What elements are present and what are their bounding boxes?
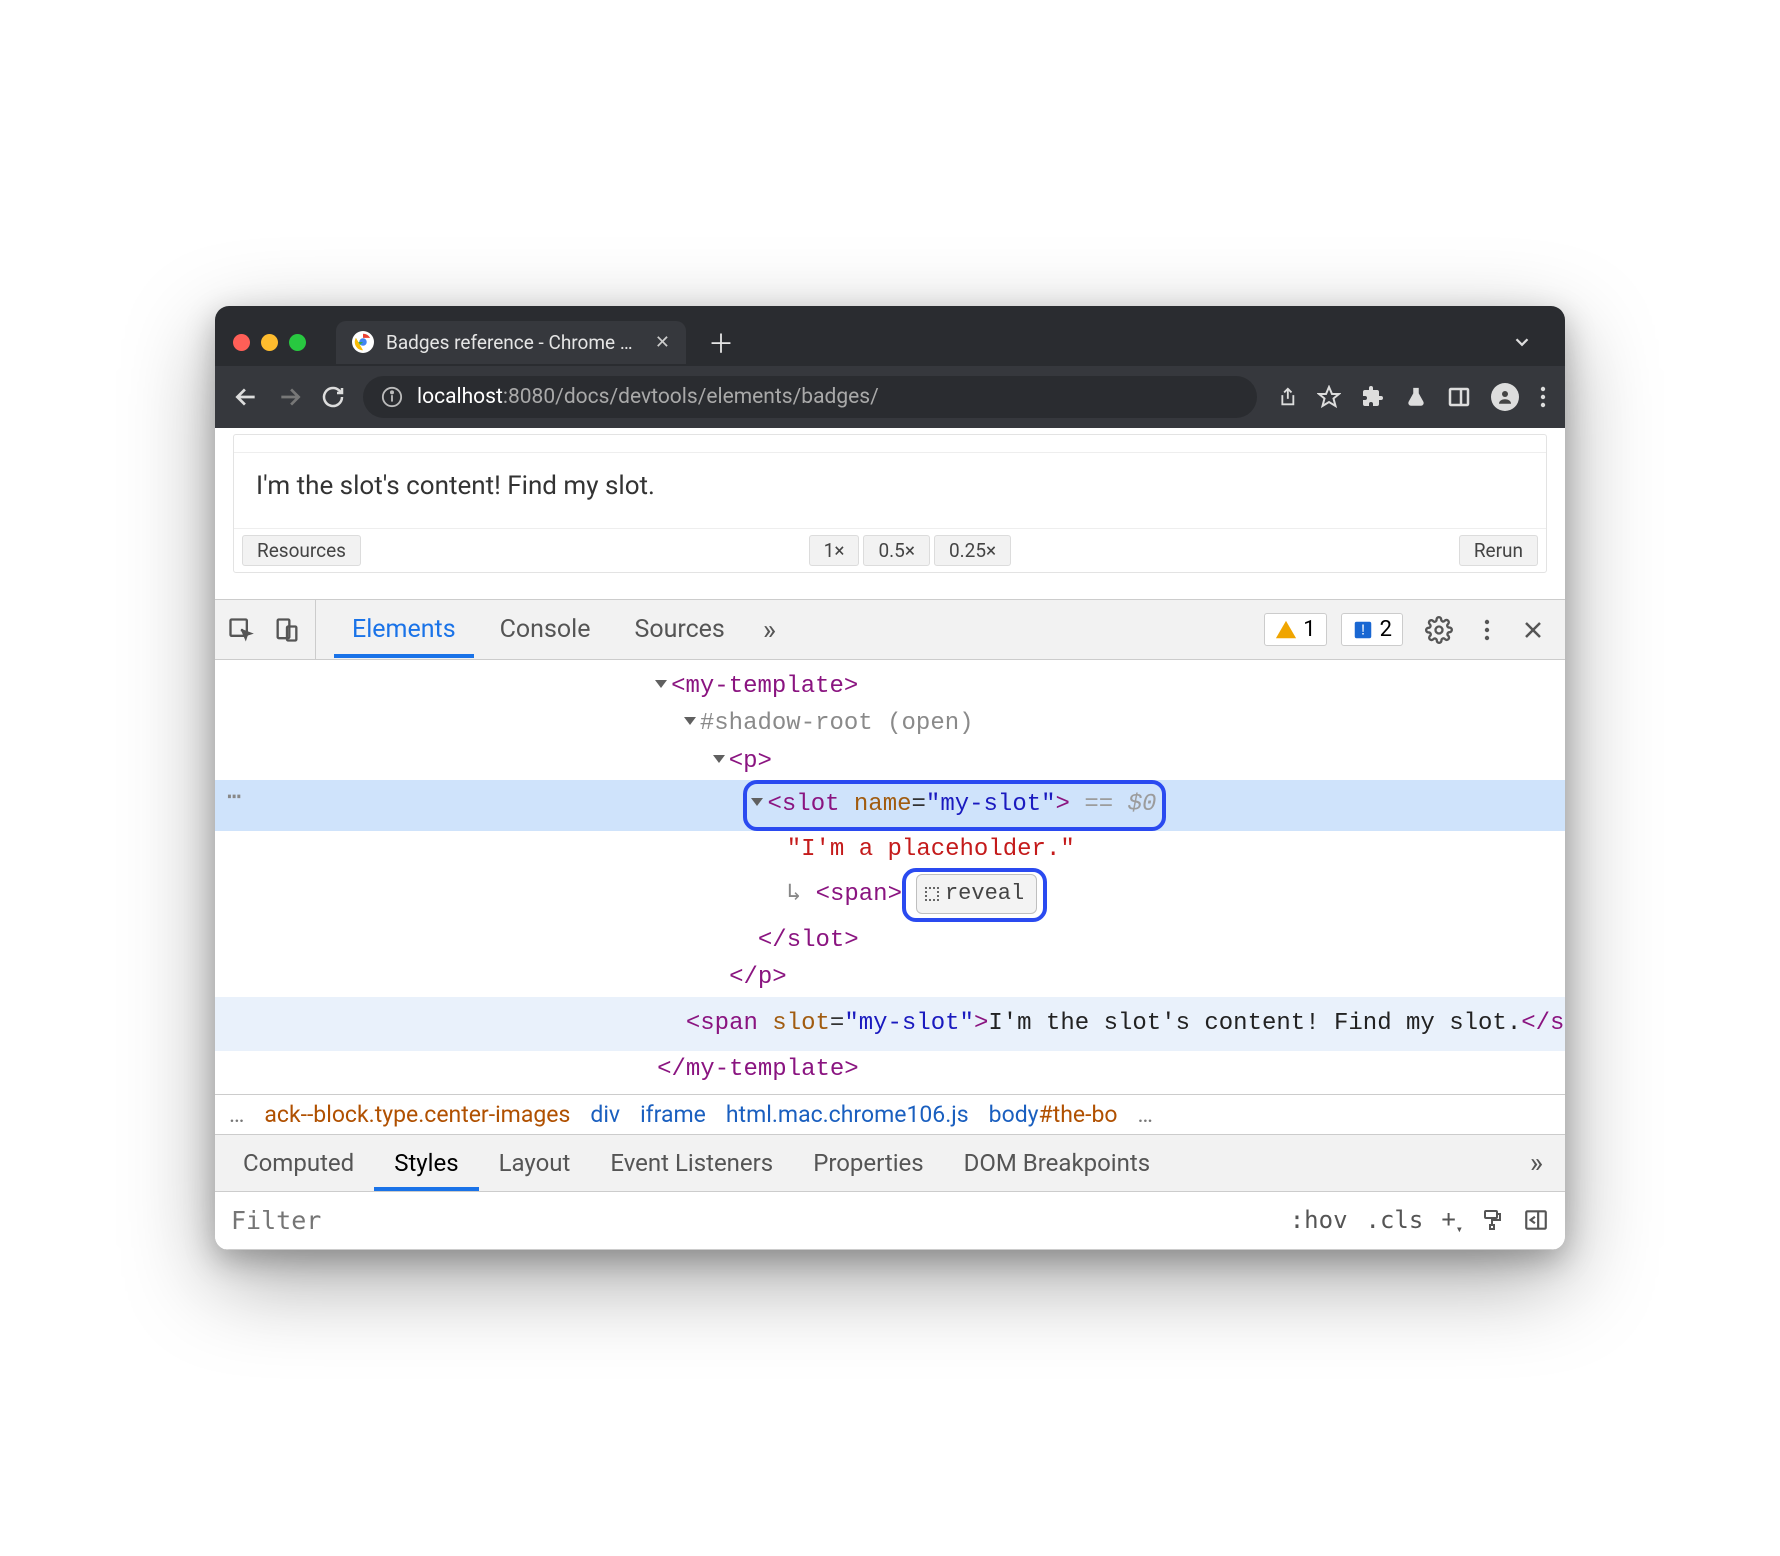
issues-count: 2 [1380, 617, 1392, 642]
devtools-close-icon[interactable] [1513, 618, 1553, 642]
warnings-count: 1 [1303, 617, 1315, 642]
settings-gear-icon[interactable] [1417, 616, 1461, 644]
dom-tree[interactable]: <my-template> #shadow-root (open) <p> <s… [215, 660, 1565, 1094]
issues-badge[interactable]: ! 2 [1341, 613, 1403, 646]
devtools-tabbar: Elements Console Sources » 1 ! 2 [215, 600, 1565, 660]
paint-icon[interactable] [1481, 1208, 1505, 1232]
cls-toggle[interactable]: .cls [1366, 1206, 1424, 1234]
labs-flask-icon[interactable] [1405, 386, 1427, 408]
page-viewport: I'm the slot's content! Find my slot. Re… [215, 428, 1565, 599]
zoom-025x-button[interactable]: 0.25× [934, 535, 1011, 566]
dom-node[interactable]: <span slot="my-slot">I'm the slot's cont… [215, 997, 1565, 1051]
styles-subtabs: Computed Styles Layout Event Listeners P… [215, 1134, 1565, 1192]
tabs-dropdown-icon[interactable] [1511, 331, 1533, 353]
dom-node[interactable]: #shadow-root (open) [215, 705, 1565, 742]
demo-footer: Resources 1× 0.5× 0.25× Rerun [234, 529, 1546, 572]
new-tab-button[interactable]: ＋ [708, 324, 734, 361]
browser-toolbar: localhost:8080/docs/devtools/elements/ba… [215, 366, 1565, 428]
breadcrumb-overflow-right[interactable]: … [1138, 1101, 1153, 1128]
reload-button[interactable] [321, 385, 345, 409]
resources-button[interactable]: Resources [242, 535, 361, 566]
share-icon[interactable] [1275, 386, 1297, 408]
tabs-overflow-icon[interactable]: » [751, 613, 788, 646]
subtab-event-listeners[interactable]: Event Listeners [590, 1135, 793, 1191]
dom-node[interactable]: <my-template> [215, 668, 1565, 705]
chrome-favicon [352, 331, 374, 353]
demo-text: I'm the slot's content! Find my slot. [234, 453, 1546, 529]
site-info-icon[interactable] [381, 386, 403, 408]
reveal-badge[interactable]: reveal [916, 874, 1037, 914]
demo-card: I'm the slot's content! Find my slot. Re… [233, 434, 1547, 573]
inspect-element-icon[interactable] [227, 616, 255, 644]
breadcrumb-item[interactable]: body#the-bo [989, 1101, 1118, 1128]
extensions-icon[interactable] [1361, 385, 1385, 409]
tab-bar: Badges reference - Chrome De… ✕ ＋ [215, 306, 1565, 366]
close-tab-icon[interactable]: ✕ [655, 332, 670, 353]
devtools-kebab-icon[interactable] [1475, 616, 1499, 644]
warnings-badge[interactable]: 1 [1264, 613, 1326, 646]
new-style-rule-button[interactable]: +▾ [1441, 1205, 1463, 1236]
styles-filter-input[interactable] [215, 1192, 1290, 1249]
window-controls [233, 334, 306, 351]
toolbar-right-icons [1275, 383, 1547, 411]
breadcrumb-item[interactable]: ack--block.type.center-images [264, 1101, 570, 1128]
tab-title: Badges reference - Chrome De… [386, 331, 643, 354]
kebab-menu-icon[interactable] [1539, 385, 1547, 409]
breadcrumb-item[interactable]: iframe [640, 1101, 706, 1128]
browser-tab[interactable]: Badges reference - Chrome De… ✕ [336, 321, 686, 364]
breadcrumb-item[interactable]: html.mac.chrome106.js [726, 1101, 969, 1128]
dom-node-selected[interactable]: <slot name="my-slot"> == $0 [215, 780, 1565, 831]
back-button[interactable] [233, 384, 259, 410]
svg-text:!: ! [1361, 622, 1365, 638]
subtab-layout[interactable]: Layout [479, 1135, 591, 1191]
maximize-window-button[interactable] [289, 334, 306, 351]
subtabs-overflow-icon[interactable]: » [1516, 1146, 1557, 1179]
tab-console[interactable]: Console [482, 601, 609, 658]
close-window-button[interactable] [233, 334, 250, 351]
styles-filter-row: :hov .cls +▾ [215, 1192, 1565, 1250]
dom-node[interactable]: </slot> [215, 922, 1565, 959]
breadcrumb-item[interactable]: div [590, 1101, 620, 1128]
dom-node[interactable]: ↳ <span>reveal [215, 868, 1565, 922]
zoom-1x-button[interactable]: 1× [809, 535, 860, 566]
toggle-sidebar-icon[interactable] [1523, 1207, 1549, 1233]
dom-node[interactable]: <p> [215, 743, 1565, 780]
tab-elements[interactable]: Elements [334, 601, 474, 658]
subtab-styles[interactable]: Styles [374, 1135, 478, 1191]
devtools-panel: Elements Console Sources » 1 ! 2 [215, 599, 1565, 1250]
profile-avatar[interactable] [1491, 383, 1519, 411]
hov-toggle[interactable]: :hov [1290, 1206, 1348, 1234]
minimize-window-button[interactable] [261, 334, 278, 351]
dom-node[interactable]: </p> [215, 959, 1565, 996]
url-text: localhost:8080/docs/devtools/elements/ba… [417, 385, 879, 409]
tab-sources[interactable]: Sources [616, 601, 742, 658]
zoom-05x-button[interactable]: 0.5× [863, 535, 930, 566]
subtab-dom-breakpoints[interactable]: DOM Breakpoints [944, 1135, 1170, 1191]
panel-icon[interactable] [1447, 385, 1471, 409]
rerun-button[interactable]: Rerun [1459, 535, 1538, 566]
breadcrumb-overflow-left[interactable]: … [229, 1101, 244, 1128]
browser-window: Badges reference - Chrome De… ✕ ＋ localh… [215, 306, 1565, 1250]
subtab-properties[interactable]: Properties [793, 1135, 943, 1191]
subtab-computed[interactable]: Computed [223, 1135, 374, 1191]
address-bar[interactable]: localhost:8080/docs/devtools/elements/ba… [363, 376, 1257, 418]
bookmark-star-icon[interactable] [1317, 385, 1341, 409]
dom-breadcrumbs[interactable]: … ack--block.type.center-images div ifra… [215, 1094, 1565, 1134]
dom-node[interactable]: </my-template> [215, 1051, 1565, 1088]
forward-button[interactable] [277, 384, 303, 410]
dom-node[interactable]: "I'm a placeholder." [215, 831, 1565, 868]
device-toggle-icon[interactable] [273, 616, 301, 644]
